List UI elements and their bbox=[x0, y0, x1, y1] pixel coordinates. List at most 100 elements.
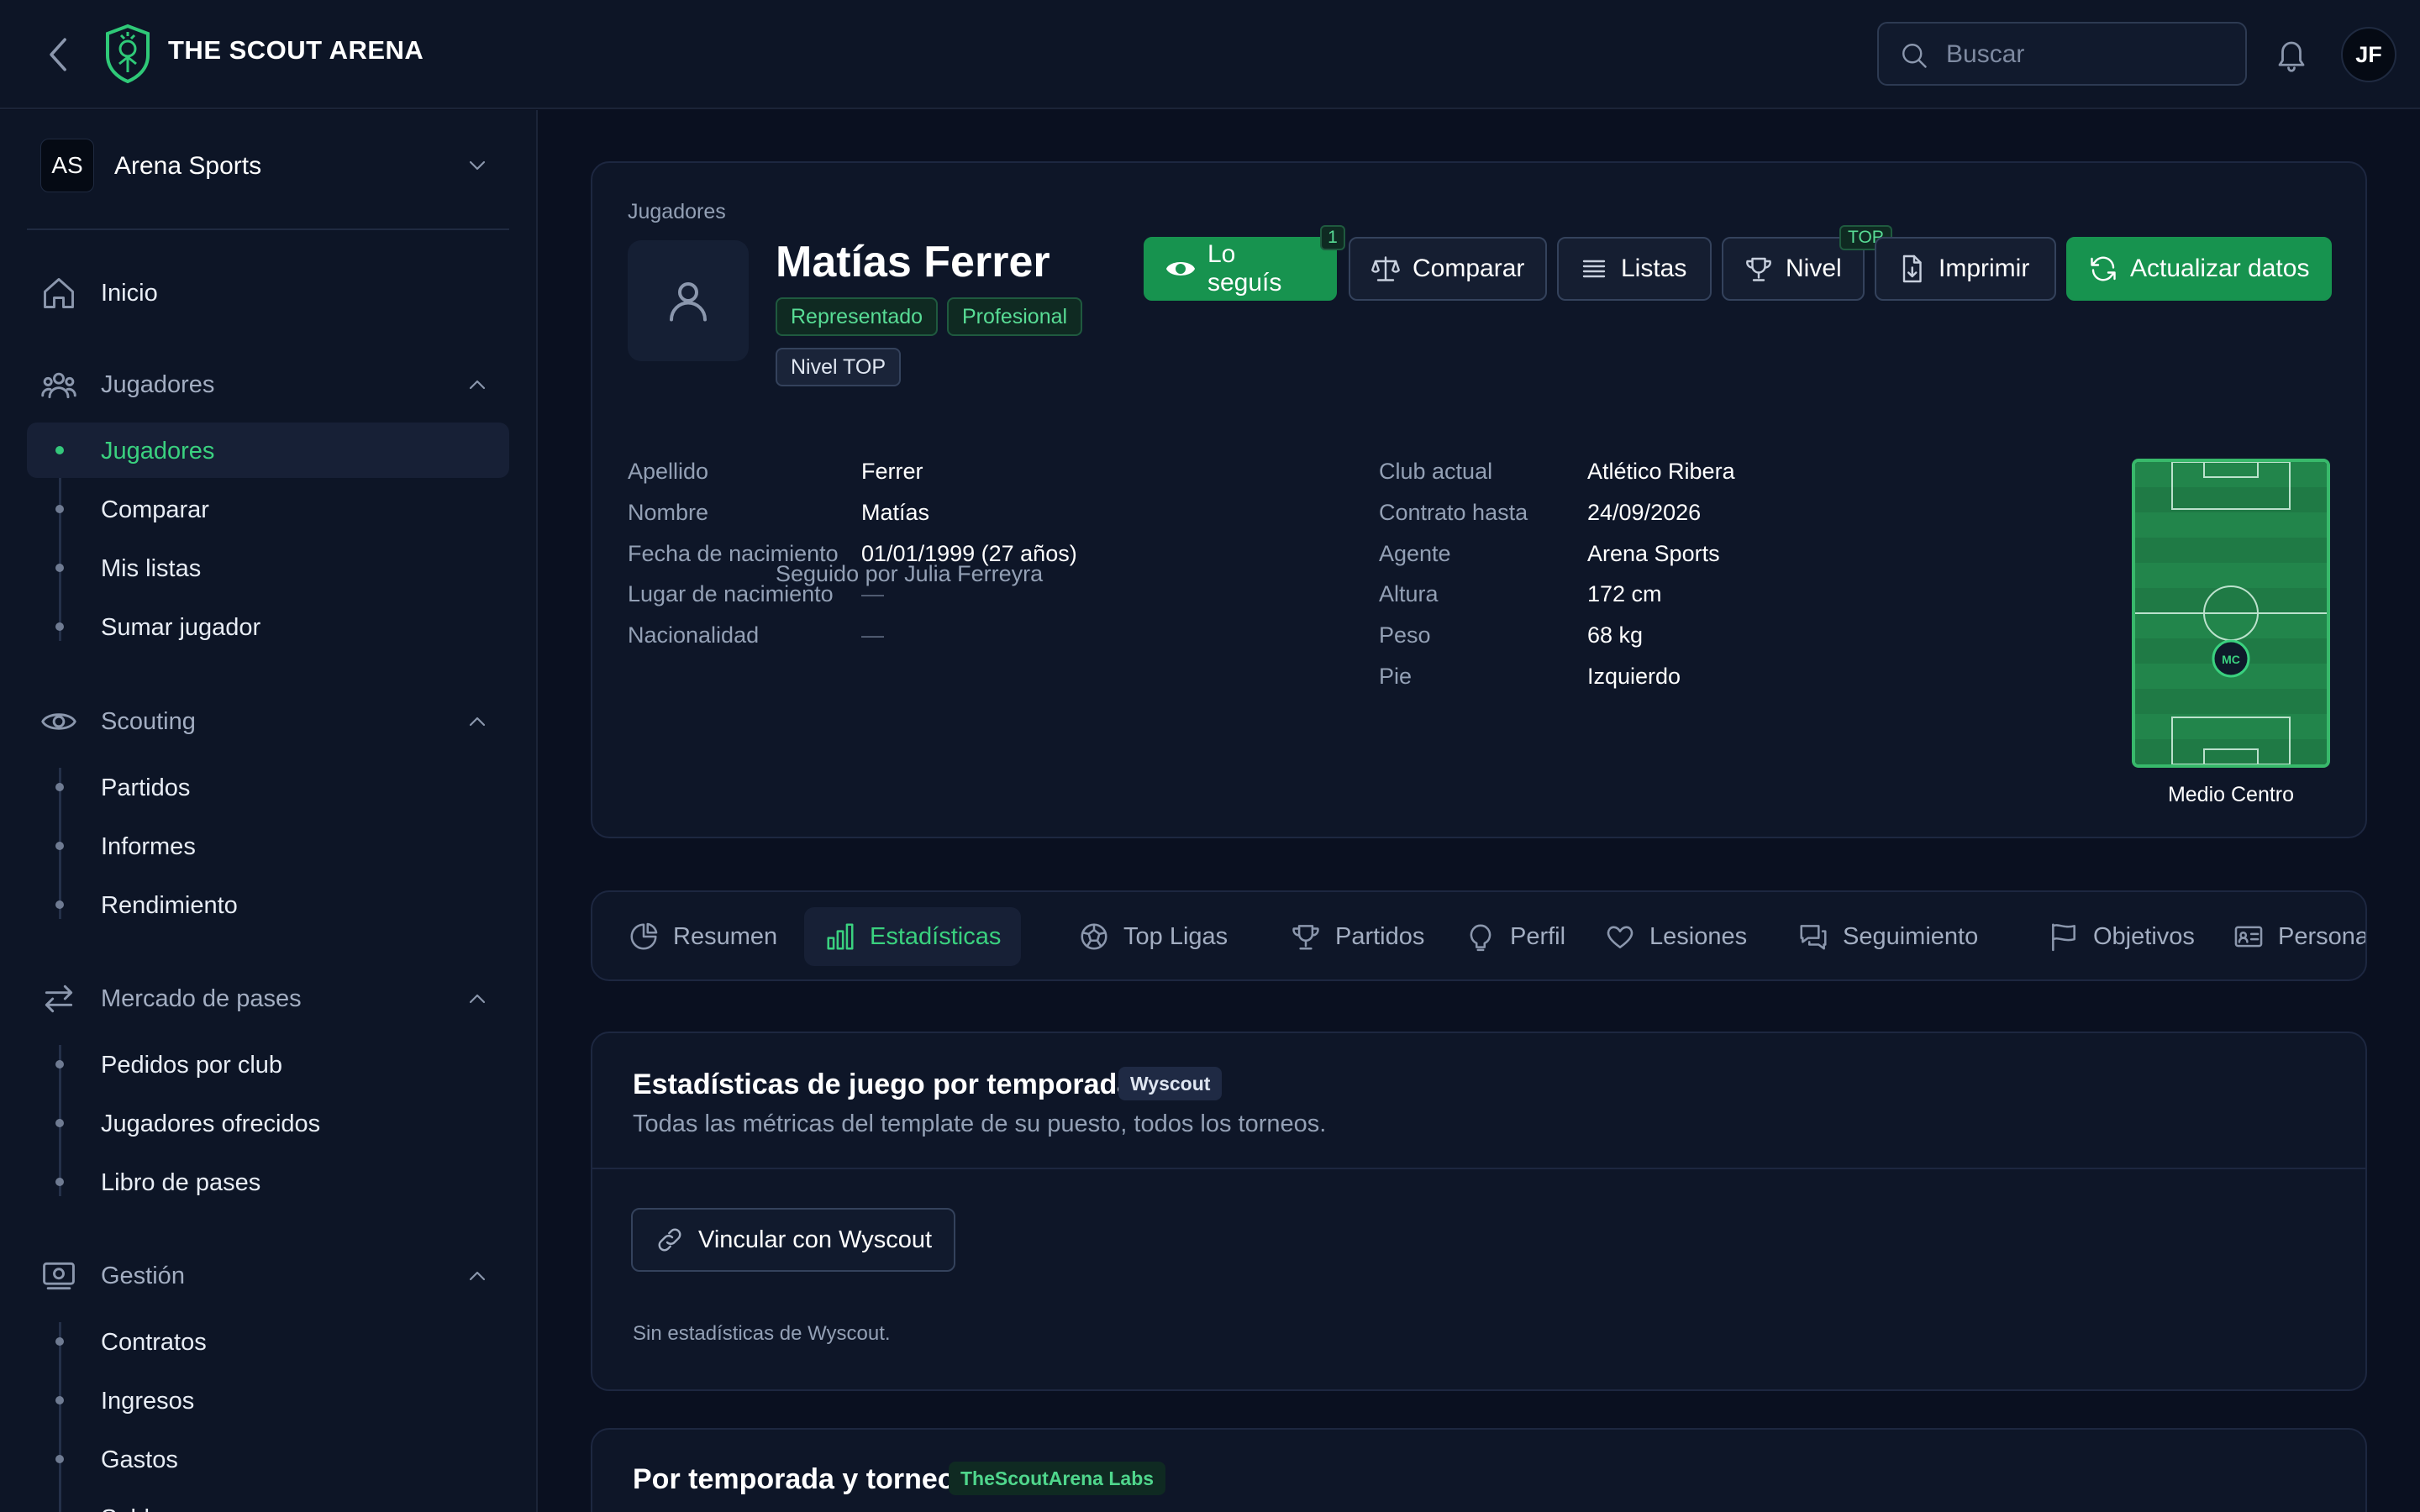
file-download-icon bbox=[1897, 254, 1927, 284]
sidebar-group-label: Jugadores bbox=[101, 371, 215, 398]
link-wyscout-button[interactable]: Vincular con Wyscout bbox=[631, 1208, 956, 1272]
tab-estadisticas[interactable]: Estadísticas bbox=[804, 907, 1022, 966]
tag-nivel-top: Nivel TOP bbox=[776, 348, 902, 386]
tab-perfil[interactable]: Perfil bbox=[1444, 907, 1586, 966]
follow-label: Lo seguís bbox=[1207, 240, 1282, 297]
search-input[interactable] bbox=[1946, 35, 2232, 74]
follow-button[interactable]: Lo seguís bbox=[1144, 237, 1337, 301]
sidebar-item-gastos[interactable]: Gastos bbox=[27, 1431, 509, 1487]
scout-arena-logo[interactable] bbox=[103, 24, 153, 84]
update-data-button[interactable]: Actualizar datos bbox=[2066, 237, 2332, 301]
field-label-nombre: Nombre bbox=[628, 500, 709, 525]
chevron-up-icon bbox=[464, 708, 491, 735]
sidebar-item-jugadores-ofrecidos[interactable]: Jugadores ofrecidos bbox=[27, 1095, 509, 1151]
breadcrumb[interactable]: Jugadores bbox=[628, 200, 726, 224]
tab-seguimiento[interactable]: Seguimiento bbox=[1777, 907, 1998, 966]
sidebar-group-scouting[interactable]: Scouting bbox=[27, 693, 509, 748]
section-subtitle: Todas las métricas del template de su pu… bbox=[633, 1110, 1327, 1137]
users-icon bbox=[40, 366, 77, 403]
pie-chart-icon bbox=[628, 921, 660, 953]
tab-label: Partidos bbox=[1335, 922, 1425, 950]
tab-persona[interactable]: Persona bbox=[2212, 907, 2367, 966]
sidebar-item-rendimiento[interactable]: Rendimiento bbox=[27, 877, 509, 932]
field-label-agente: Agente bbox=[1379, 541, 1451, 566]
position-pitch: MC bbox=[2132, 459, 2330, 768]
sidebar-item-sumar-jugador[interactable]: Sumar jugador bbox=[27, 599, 509, 654]
sidebar-item-ingresos[interactable]: Ingresos bbox=[27, 1373, 509, 1428]
sidebar-subtree-jugadores: Jugadores Comparar Mis listas Sumar juga… bbox=[27, 423, 509, 661]
back-arrow-icon[interactable] bbox=[40, 34, 77, 76]
tab-top-ligas[interactable]: Top Ligas bbox=[1058, 907, 1248, 966]
sidebar-item-jugadores[interactable]: Jugadores bbox=[27, 423, 509, 478]
sidebar-group-mercado-de-pases[interactable]: Mercado de pases bbox=[27, 970, 509, 1026]
notifications-bell-icon[interactable] bbox=[2274, 35, 2309, 74]
sidebar-item-comparar[interactable]: Comparar bbox=[27, 481, 509, 537]
chevron-down-icon bbox=[464, 152, 491, 179]
sidebar-item-saldos[interactable]: Saldos bbox=[27, 1490, 509, 1512]
sidebar-item-label: Partidos bbox=[101, 774, 191, 801]
field-label-altura: Altura bbox=[1379, 581, 1439, 606]
sidebar-subtree-gestion: Contratos Ingresos Gastos Saldos bbox=[27, 1314, 509, 1512]
player-profile-card: Jugadores Matías Ferrer Representado Pro… bbox=[591, 161, 2367, 838]
sidebar-item-libro-de-pases[interactable]: Libro de pases bbox=[27, 1154, 509, 1210]
tab-label: Persona bbox=[2278, 922, 2367, 950]
field-value-peso: 68 kg bbox=[1587, 622, 1644, 648]
tab-lesiones[interactable]: Lesiones bbox=[1584, 907, 1767, 966]
sidebar-item-pedidos-por-club[interactable]: Pedidos por club bbox=[27, 1037, 509, 1092]
player-photo-placeholder bbox=[628, 240, 749, 361]
sidebar-group-label: Gestión bbox=[101, 1263, 185, 1289]
sidebar-group-label: Scouting bbox=[101, 708, 196, 735]
user-avatar[interactable]: JF bbox=[2341, 27, 2396, 82]
sidebar-item-informes[interactable]: Informes bbox=[27, 818, 509, 874]
sidebar-item-mis-listas[interactable]: Mis listas bbox=[27, 540, 509, 596]
print-button[interactable]: Imprimir bbox=[1875, 237, 2056, 301]
trophy-icon bbox=[1744, 254, 1774, 284]
tab-resumen[interactable]: Resumen bbox=[608, 907, 797, 966]
sidebar-group-label: Mercado de pases bbox=[101, 985, 302, 1012]
bullet-dot bbox=[55, 1178, 64, 1186]
field-label-lugar-nacimiento: Lugar de nacimiento bbox=[628, 581, 834, 606]
season-tournament-card: Por temporada y torneo TheScoutArena Lab… bbox=[591, 1428, 2367, 1512]
bullet-dot bbox=[55, 1060, 64, 1068]
tab-label: Perfil bbox=[1510, 922, 1566, 950]
player-name: Matías Ferrer bbox=[776, 238, 1050, 286]
heart-icon bbox=[1604, 921, 1636, 953]
search-box[interactable] bbox=[1877, 22, 2247, 86]
compare-label: Comparar bbox=[1413, 255, 1525, 282]
field-label-pie: Pie bbox=[1379, 664, 1413, 689]
compare-button[interactable]: Comparar bbox=[1349, 237, 1547, 301]
sidebar-item-label: Contratos bbox=[101, 1329, 207, 1356]
sidebar-item-label: Libro de pases bbox=[101, 1169, 261, 1196]
field-value-nombre: Matías bbox=[861, 500, 930, 525]
bullet-dot bbox=[55, 564, 64, 572]
tab-partidos[interactable]: Partidos bbox=[1270, 907, 1444, 966]
tab-objetivos[interactable]: Objetivos bbox=[2028, 907, 2215, 966]
bullet-dot bbox=[55, 446, 64, 454]
lists-button[interactable]: Listas bbox=[1557, 237, 1712, 301]
source-badge-labs: TheScoutArena Labs bbox=[949, 1462, 1166, 1495]
sidebar-item-inicio[interactable]: Inicio bbox=[27, 265, 509, 320]
chevron-up-icon bbox=[464, 985, 491, 1012]
section-title: Por temporada y torneo bbox=[633, 1463, 955, 1495]
sidebar-item-label: Saldos bbox=[101, 1505, 176, 1512]
section-divider bbox=[592, 1168, 2365, 1169]
link-wyscout-label: Vincular con Wyscout bbox=[698, 1226, 933, 1253]
field-label-nacionalidad: Nacionalidad bbox=[628, 622, 760, 648]
top-bar: THE SCOUT ARENA JF bbox=[0, 0, 2420, 109]
sidebar-item-partidos[interactable]: Partidos bbox=[27, 759, 509, 815]
sidebar-group-jugadores[interactable]: Jugadores bbox=[27, 356, 509, 412]
org-switcher[interactable]: AS Arena Sports bbox=[27, 139, 509, 194]
position-code: MC bbox=[2222, 653, 2240, 666]
sidebar-item-label: Comparar bbox=[101, 496, 209, 523]
sidebar-group-gestion[interactable]: Gestión bbox=[27, 1247, 509, 1303]
profile-tabs: Resumen Estadísticas Top Ligas Partidos … bbox=[591, 890, 2367, 981]
field-label-peso: Peso bbox=[1379, 622, 1431, 648]
print-label: Imprimir bbox=[1939, 255, 2030, 282]
field-value-pie: Izquierdo bbox=[1587, 664, 1681, 689]
bar-chart-icon bbox=[824, 921, 856, 953]
field-value-agente: Arena Sports bbox=[1587, 541, 1720, 566]
sidebar-item-contratos[interactable]: Contratos bbox=[27, 1314, 509, 1369]
sidebar-subtree-scouting: Partidos Informes Rendimiento bbox=[27, 759, 509, 939]
sidebar-item-label: Jugadores ofrecidos bbox=[101, 1110, 321, 1137]
field-label-fecha-nacimiento: Fecha de nacimiento bbox=[628, 541, 839, 566]
